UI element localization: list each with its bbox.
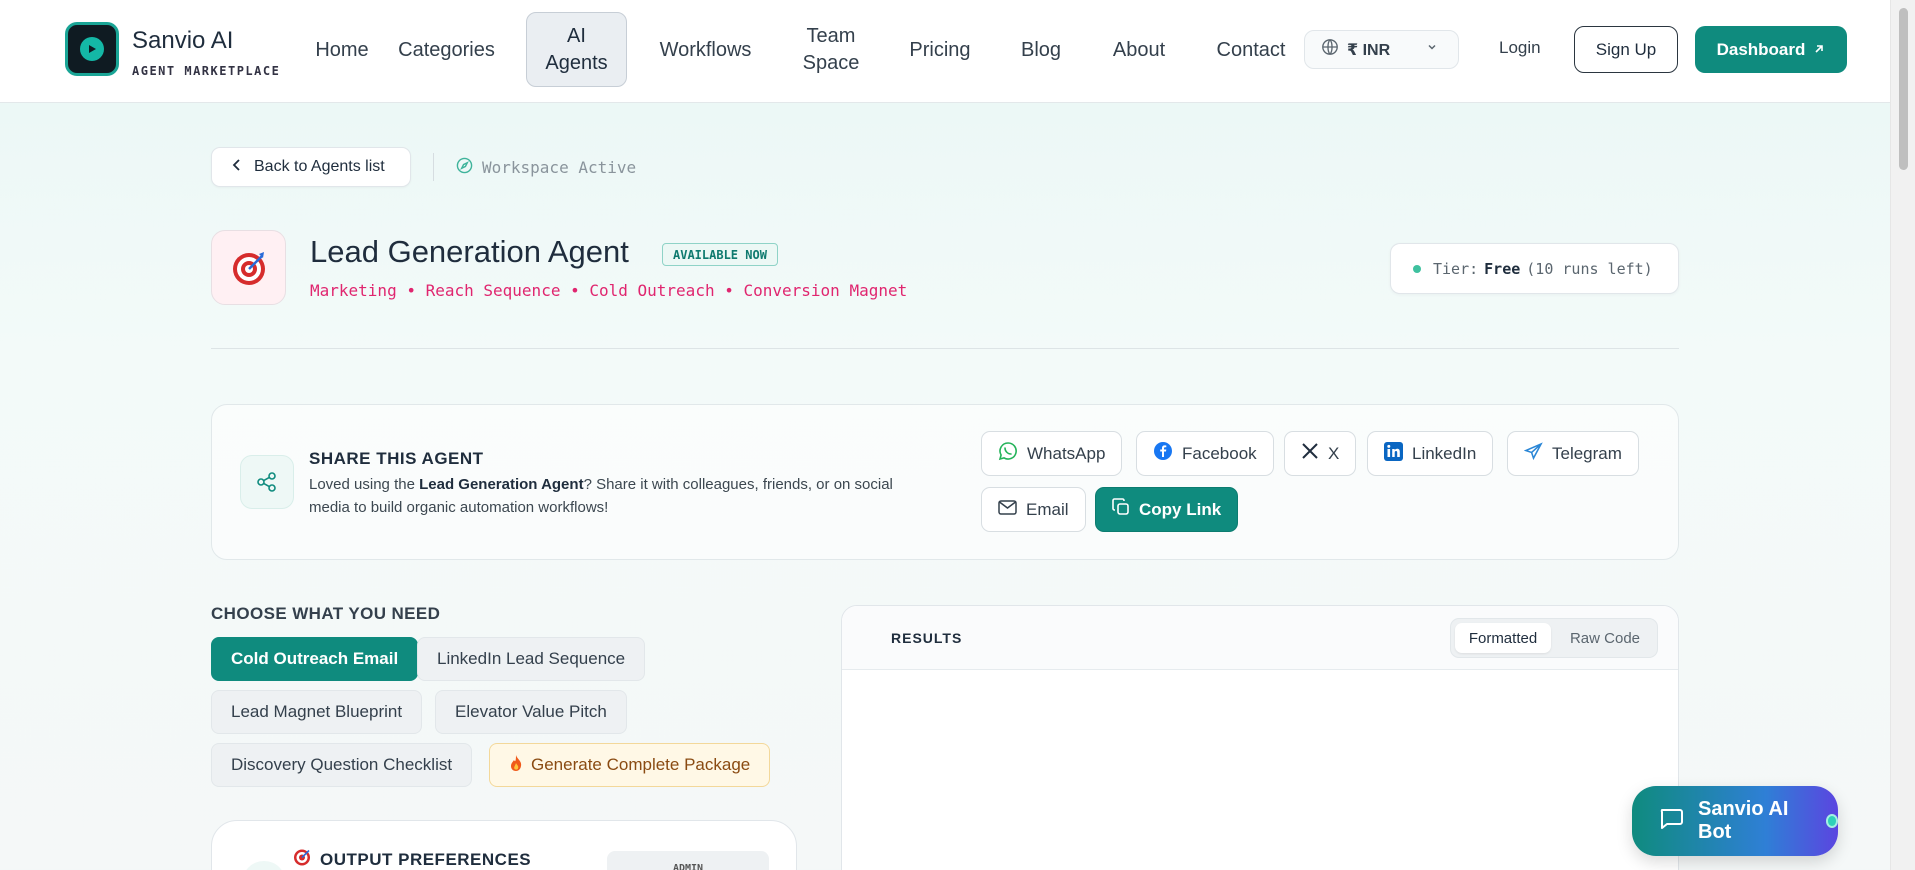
- breadcrumb-divider: [433, 153, 434, 181]
- nav-ai-agents[interactable]: AI Agents: [526, 12, 627, 87]
- login-link[interactable]: Login: [1499, 38, 1541, 58]
- globe-icon: [1321, 38, 1339, 61]
- nav-team-space[interactable]: Team Space: [787, 0, 875, 100]
- copy-icon: [1112, 498, 1130, 521]
- page-scrollbar[interactable]: [1890, 0, 1915, 870]
- results-header: RESULTS Formatted Raw Code: [842, 606, 1678, 670]
- share-title: SHARE THIS AGENT: [309, 449, 484, 468]
- dashboard-label: Dashboard: [1716, 39, 1806, 59]
- option-discovery-question-checklist[interactable]: Discovery Question Checklist: [211, 743, 473, 787]
- copy-link-button[interactable]: Copy Link: [1095, 487, 1239, 532]
- tier-value: Free: [1484, 259, 1521, 278]
- email-icon: [998, 499, 1017, 520]
- results-view-toggle: Formatted Raw Code: [1450, 618, 1658, 658]
- share-desc-agent: Lead Generation Agent: [419, 476, 584, 493]
- chat-bot-button[interactable]: Sanvio AI Bot: [1632, 786, 1838, 856]
- chevron-down-icon: [1426, 40, 1438, 58]
- arrow-up-right-icon: [1813, 40, 1825, 60]
- share-description: Loved using the Lead Generation Agent? S…: [309, 473, 929, 519]
- tier-status: Tier: Free (10 runs left): [1390, 243, 1679, 294]
- output-preferences-card: OUTPUT PREFERENCES ADMIN: [211, 820, 797, 870]
- option-cold-outreach-email[interactable]: Cold Outreach Email: [211, 637, 419, 681]
- whatsapp-label: WhatsApp: [1027, 443, 1106, 463]
- tier-status-dot: [1413, 264, 1421, 273]
- tab-formatted[interactable]: Formatted: [1455, 623, 1551, 653]
- fire-icon: [509, 754, 523, 777]
- back-to-agents-button[interactable]: Back to Agents list: [211, 147, 411, 187]
- nav-blog[interactable]: Blog: [1012, 0, 1070, 100]
- back-label: Back to Agents list: [254, 158, 385, 175]
- facebook-icon: [1153, 441, 1173, 466]
- nav-contact[interactable]: Contact: [1207, 0, 1295, 100]
- currency-select[interactable]: ₹ INR: [1304, 30, 1459, 69]
- workspace-label: Workspace Active: [482, 158, 637, 177]
- results-title: RESULTS: [891, 630, 963, 646]
- currency-value: ₹ INR: [1347, 41, 1391, 59]
- preferences-icon-bg: [242, 861, 286, 870]
- signup-button[interactable]: Sign Up: [1574, 26, 1678, 73]
- brand-logo[interactable]: [65, 22, 119, 76]
- share-card: SHARE THIS AGENT Loved using the Lead Ge…: [211, 404, 1679, 560]
- telegram-label: Telegram: [1552, 443, 1622, 463]
- tier-label: Tier:: [1433, 259, 1479, 278]
- option-elevator-value-pitch[interactable]: Elevator Value Pitch: [435, 690, 627, 734]
- nav-team-line1: Team: [806, 25, 856, 47]
- share-telegram-button[interactable]: Telegram: [1507, 431, 1639, 476]
- linkedin-icon: [1384, 441, 1403, 466]
- nav-pricing[interactable]: Pricing: [899, 0, 981, 100]
- results-panel: RESULTS Formatted Raw Code: [841, 605, 1679, 870]
- preferences-heading: OUTPUT PREFERENCES: [292, 847, 531, 870]
- x-logo-icon: [1301, 442, 1319, 465]
- choose-section-label: CHOOSE WHAT YOU NEED: [211, 604, 441, 623]
- share-desc-pre: Loved using the: [309, 476, 420, 493]
- logo-play-icon: [80, 37, 104, 61]
- telegram-icon: [1523, 441, 1543, 466]
- nav-team-line2: Space: [802, 52, 860, 74]
- compass-icon: [456, 157, 473, 178]
- copy-link-label: Copy Link: [1139, 499, 1222, 519]
- nav-home[interactable]: Home: [292, 0, 392, 100]
- agent-title: Lead Generation Agent: [310, 234, 629, 269]
- share-x-button[interactable]: X: [1284, 431, 1357, 476]
- email-label: Email: [1026, 499, 1069, 519]
- facebook-label: Facebook: [1182, 443, 1257, 463]
- nav-ai-agents-line1: AI: [567, 24, 586, 47]
- chat-bubble-icon: [1658, 805, 1684, 837]
- workspace-status: Workspace Active: [456, 157, 636, 178]
- online-status-dot: [1825, 814, 1838, 828]
- brand-tagline: AGENT MARKETPLACE: [132, 64, 281, 78]
- agent-tags: Marketing • Reach Sequence • Cold Outrea…: [310, 281, 908, 300]
- share-icon: [240, 455, 294, 509]
- nav-categories[interactable]: Categories: [395, 0, 498, 100]
- chat-bot-label: Sanvio AI Bot: [1698, 798, 1789, 843]
- scrollbar-thumb[interactable]: [1899, 8, 1908, 170]
- share-linkedin-button[interactable]: LinkedIn: [1367, 431, 1494, 476]
- top-navbar: Sanvio AI AGENT MARKETPLACE Home Categor…: [0, 0, 1890, 103]
- brand-name[interactable]: Sanvio AI: [132, 27, 233, 55]
- target-icon: [211, 230, 286, 305]
- admin-badge: ADMIN: [607, 851, 769, 870]
- availability-badge: AVAILABLE NOW: [662, 243, 778, 266]
- nav-about[interactable]: About: [1102, 0, 1176, 100]
- option-lead-magnet-blueprint[interactable]: Lead Magnet Blueprint: [211, 690, 423, 734]
- chevron-left-icon: [232, 158, 242, 177]
- tab-raw-code[interactable]: Raw Code: [1555, 623, 1655, 653]
- tier-runs: (10 runs left): [1526, 259, 1653, 278]
- nav-workflows[interactable]: Workflows: [648, 0, 763, 100]
- linkedin-label: LinkedIn: [1412, 443, 1477, 463]
- generate-complete-package-button[interactable]: Generate Complete Package: [489, 743, 771, 787]
- option-linkedin-lead-sequence[interactable]: LinkedIn Lead Sequence: [417, 637, 646, 681]
- preferences-title: OUTPUT PREFERENCES: [320, 849, 532, 869]
- dashboard-button[interactable]: Dashboard: [1695, 26, 1847, 73]
- generate-complete-label: Generate Complete Package: [531, 755, 751, 774]
- section-divider: [211, 348, 1679, 349]
- x-label: X: [1328, 443, 1340, 463]
- nav-ai-agents-line2: Agents: [545, 51, 608, 74]
- share-whatsapp-button[interactable]: WhatsApp: [981, 431, 1123, 476]
- share-facebook-button[interactable]: Facebook: [1136, 431, 1274, 476]
- target-small-icon: [292, 847, 312, 870]
- whatsapp-icon: [998, 441, 1018, 466]
- share-email-button[interactable]: Email: [981, 487, 1086, 532]
